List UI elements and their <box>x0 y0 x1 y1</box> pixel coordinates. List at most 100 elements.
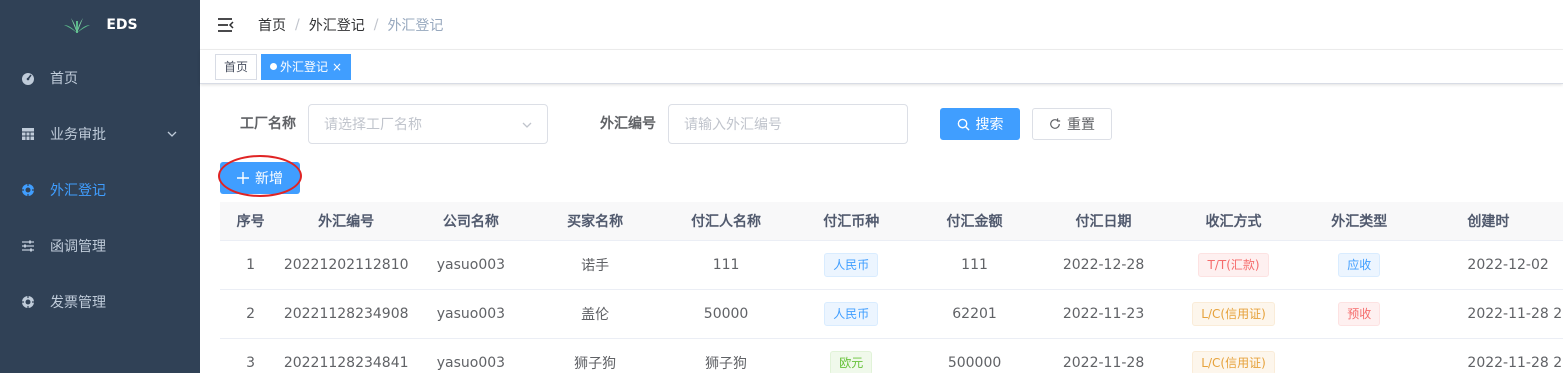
factory-placeholder: 请选择工厂名称 <box>324 117 422 133</box>
breadcrumb-separator: / <box>373 16 379 33</box>
table-header: 序号 外汇编号 公司名称 买家名称 付汇人名称 付汇币种 付汇金额 付汇日期 收… <box>220 202 1563 241</box>
cell-payer: 111 <box>712 257 740 273</box>
sidebar-item-home[interactable]: 首页 <box>0 50 200 106</box>
active-dot-icon <box>270 63 278 70</box>
cell-currency: 欧元 <box>792 339 910 373</box>
search-form: 工厂名称 请选择工厂名称 外汇编号 请输入外汇编号 搜索 重置 <box>200 104 1563 144</box>
column-header: 序号 <box>236 214 265 230</box>
search-button-label: 搜索 <box>975 117 1004 133</box>
navbar: 首页 / 外汇登记 / 外汇登记 <box>200 0 1563 50</box>
target-icon <box>20 182 36 198</box>
sidebar: EDS 首页 业务审批 外汇登记 函调管理 发票管理 <box>0 0 200 373</box>
cell-fx-number: 20221128234908 <box>283 306 409 322</box>
fx-number-input[interactable]: 请输入外汇编号 <box>668 104 908 144</box>
fx-number-placeholder: 请输入外汇编号 <box>684 117 782 133</box>
column-header: 付汇日期 <box>1075 214 1132 230</box>
fx-table: 序号 外汇编号 公司名称 买家名称 付汇人名称 付汇币种 付汇金额 付汇日期 收… <box>220 202 1563 373</box>
reset-button[interactable]: 重置 <box>1032 108 1112 140</box>
factory-select[interactable]: 请选择工厂名称 <box>308 104 548 144</box>
cell-buyer: 诺手 <box>581 258 610 274</box>
cell-date: 2022-11-28 <box>1062 355 1145 371</box>
cell-index: 1 <box>246 257 256 273</box>
tag-label: 首页 <box>224 59 249 74</box>
search-button[interactable]: 搜索 <box>940 108 1020 140</box>
sidebar-item-label: 发票管理 <box>50 295 106 311</box>
column-header: 外汇类型 <box>1331 214 1388 230</box>
cell-buyer: 狮子狗 <box>574 356 617 372</box>
cell-payer: 狮子狗 <box>705 356 748 372</box>
table-row[interactable]: 3 20221128234841 yasuo003 狮子狗 狮子狗 欧元 500… <box>220 339 1563 373</box>
cell-payer: 50000 <box>703 306 749 322</box>
tag-label: 外汇登记 <box>280 59 329 74</box>
cell-company: yasuo003 <box>436 257 506 273</box>
cell-date: 2022-11-23 <box>1062 306 1145 322</box>
column-header: 收汇方式 <box>1205 214 1262 230</box>
sliders-icon <box>20 238 36 254</box>
column-header: 付汇人名称 <box>691 214 762 230</box>
method-badge: L/C(信用证) <box>1192 351 1275 373</box>
app-title: EDS <box>106 17 138 33</box>
cell-method: T/T(汇款) <box>1168 241 1299 289</box>
grid-icon <box>20 126 36 142</box>
cell-type: 预收 <box>1299 290 1419 338</box>
cell-amount: 62201 <box>952 306 997 322</box>
cell-created: 2022-11-28 2 <box>1467 355 1563 371</box>
method-badge: T/T(汇款) <box>1198 253 1269 277</box>
cell-amount: 111 <box>961 257 988 273</box>
sidebar-item-label: 业务审批 <box>50 127 106 143</box>
dashboard-icon <box>20 70 36 86</box>
table-row[interactable]: 2 20221128234908 yasuo003 盖伦 50000 人民币 6… <box>220 290 1563 339</box>
currency-badge: 人民币 <box>824 302 879 326</box>
cell-created: 2022-11-28 2 <box>1467 306 1563 322</box>
currency-badge: 人民币 <box>824 253 879 277</box>
table-row[interactable]: 1 20221202112810 yasuo003 诺手 111 人民币 111… <box>220 241 1563 290</box>
cell-currency: 人民币 <box>792 241 910 289</box>
cell-method: L/C(信用证) <box>1168 339 1299 373</box>
factory-label: 工厂名称 <box>240 116 296 132</box>
cell-currency: 人民币 <box>792 290 910 338</box>
cell-type <box>1299 339 1419 373</box>
method-badge: L/C(信用证) <box>1192 302 1275 326</box>
logo[interactable]: EDS <box>0 0 200 50</box>
tag-fx-registration[interactable]: 外汇登记 × <box>261 53 352 80</box>
type-badge: 应收 <box>1338 253 1381 277</box>
annotation-ring <box>218 155 302 197</box>
currency-badge: 欧元 <box>830 351 873 373</box>
cell-method: L/C(信用证) <box>1168 290 1299 338</box>
sidebar-item-label: 首页 <box>50 71 78 87</box>
cell-date: 2022-12-28 <box>1062 257 1145 273</box>
sidebar-item-inquiry[interactable]: 函调管理 <box>0 218 200 274</box>
sidebar-item-invoice[interactable]: 发票管理 <box>0 274 200 330</box>
chevron-down-icon <box>167 131 177 137</box>
cell-amount: 500000 <box>947 355 1002 371</box>
sidebar-item-fx-registration[interactable]: 外汇登记 <box>0 162 200 218</box>
tag-home[interactable]: 首页 <box>215 53 258 80</box>
chevron-down-icon <box>522 122 532 128</box>
search-icon <box>957 118 970 131</box>
sidebar-item-approval[interactable]: 业务审批 <box>0 106 200 162</box>
sidebar-item-label: 外汇登记 <box>50 183 106 199</box>
cell-index: 2 <box>246 306 256 322</box>
column-header: 付汇币种 <box>823 214 880 230</box>
breadcrumb-home[interactable]: 首页 <box>258 15 286 35</box>
tags-view: 首页 外汇登记 × <box>200 50 1563 84</box>
target-icon <box>20 294 36 310</box>
type-badge: 预收 <box>1338 302 1381 326</box>
cell-index: 3 <box>246 355 256 371</box>
sidebar-item-label: 函调管理 <box>50 239 106 255</box>
cell-company: yasuo003 <box>436 355 506 371</box>
cell-created: 2022-12-02 <box>1467 257 1549 273</box>
hamburger-icon[interactable] <box>216 15 236 35</box>
column-header: 买家名称 <box>567 214 624 230</box>
cell-company: yasuo003 <box>436 306 506 322</box>
column-header: 外汇编号 <box>318 214 375 230</box>
cell-buyer: 盖伦 <box>581 307 610 323</box>
breadcrumb-parent[interactable]: 外汇登记 <box>309 15 365 35</box>
column-header: 付汇金额 <box>946 214 1003 230</box>
close-icon[interactable]: × <box>332 55 342 79</box>
column-header: 创建时 <box>1467 214 1510 230</box>
refresh-icon <box>1050 118 1061 129</box>
leaf-logo-icon <box>64 18 91 33</box>
reset-button-label: 重置 <box>1067 117 1095 133</box>
column-header: 公司名称 <box>442 214 499 230</box>
